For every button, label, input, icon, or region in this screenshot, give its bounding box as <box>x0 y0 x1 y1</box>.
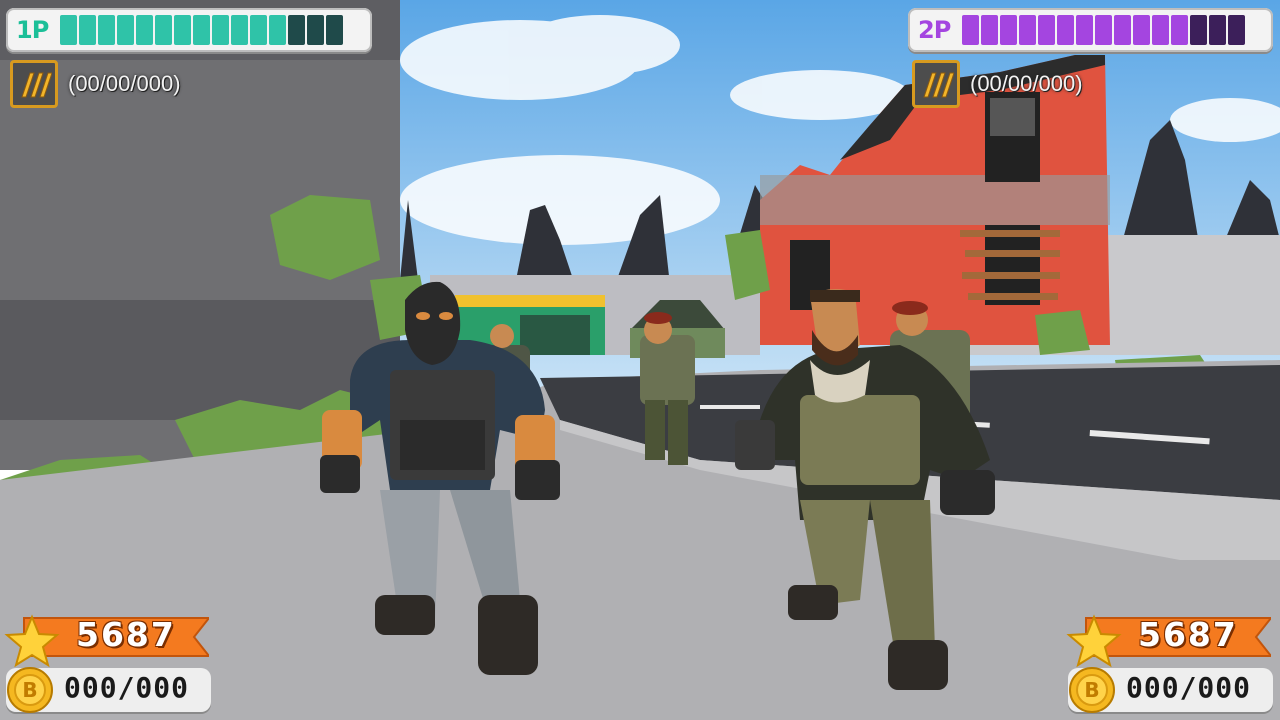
p2-score-banner: 5687 <box>1066 614 1271 668</box>
health-segment <box>174 15 192 45</box>
bullets-icon <box>912 60 960 108</box>
health-segment <box>1228 15 1246 45</box>
health-segment <box>250 15 268 45</box>
health-segment <box>307 15 325 45</box>
health-segment <box>326 15 344 45</box>
svg-text:B: B <box>1084 678 1099 702</box>
star-icon <box>1066 614 1122 668</box>
svg-text:B: B <box>22 678 37 702</box>
health-segment <box>231 15 249 45</box>
health-segment <box>1152 15 1170 45</box>
health-segment <box>193 15 211 45</box>
bullets-icon <box>10 60 58 108</box>
p2-score: 5687 <box>1138 615 1238 654</box>
health-segment <box>98 15 116 45</box>
health-segment <box>1095 15 1113 45</box>
health-segment <box>1019 15 1037 45</box>
p2-coin-panel: B 000/000 <box>1068 667 1273 713</box>
building-ledge <box>760 175 1110 225</box>
health-segment <box>1038 15 1056 45</box>
health-segment <box>1171 15 1189 45</box>
coin-icon: B <box>7 667 53 713</box>
p1-health-bar <box>60 15 344 45</box>
health-segment <box>962 15 980 45</box>
p2-ammo: (00/00/000) <box>912 60 1083 108</box>
health-segment <box>981 15 999 45</box>
health-segment <box>1114 15 1132 45</box>
star-icon <box>4 614 60 668</box>
health-segment <box>155 15 173 45</box>
shop-stripe <box>455 295 605 307</box>
health-segment <box>1190 15 1208 45</box>
p1-ammo: (00/00/000) <box>10 60 181 108</box>
p2-health-bar <box>962 15 1246 45</box>
p1-health-panel: 1P <box>6 8 372 52</box>
health-segment <box>1000 15 1018 45</box>
p2-health-panel: 2P <box>908 8 1273 52</box>
p1-score-banner: 5687 <box>4 614 209 668</box>
health-segment <box>136 15 154 45</box>
health-segment <box>1057 15 1075 45</box>
health-segment <box>79 15 97 45</box>
health-segment <box>1209 15 1227 45</box>
health-segment <box>1076 15 1094 45</box>
p1-label: 1P <box>16 16 49 44</box>
p1-score: 5687 <box>76 615 176 654</box>
health-segment <box>1133 15 1151 45</box>
health-segment <box>60 15 78 45</box>
health-segment <box>117 15 135 45</box>
p2-coin-count: 000/000 <box>1126 671 1252 704</box>
p2-ammo-count: (00/00/000) <box>970 71 1083 96</box>
health-segment <box>288 15 306 45</box>
p1-coin-count: 000/000 <box>64 671 190 704</box>
coin-icon: B <box>1069 667 1115 713</box>
health-segment <box>212 15 230 45</box>
p2-label: 2P <box>918 16 951 44</box>
game-scene <box>0 0 1280 720</box>
health-segment <box>269 15 287 45</box>
shop-window <box>520 315 590 355</box>
p1-ammo-count: (00/00/000) <box>68 71 181 96</box>
p1-coin-panel: B 000/000 <box>6 667 211 713</box>
